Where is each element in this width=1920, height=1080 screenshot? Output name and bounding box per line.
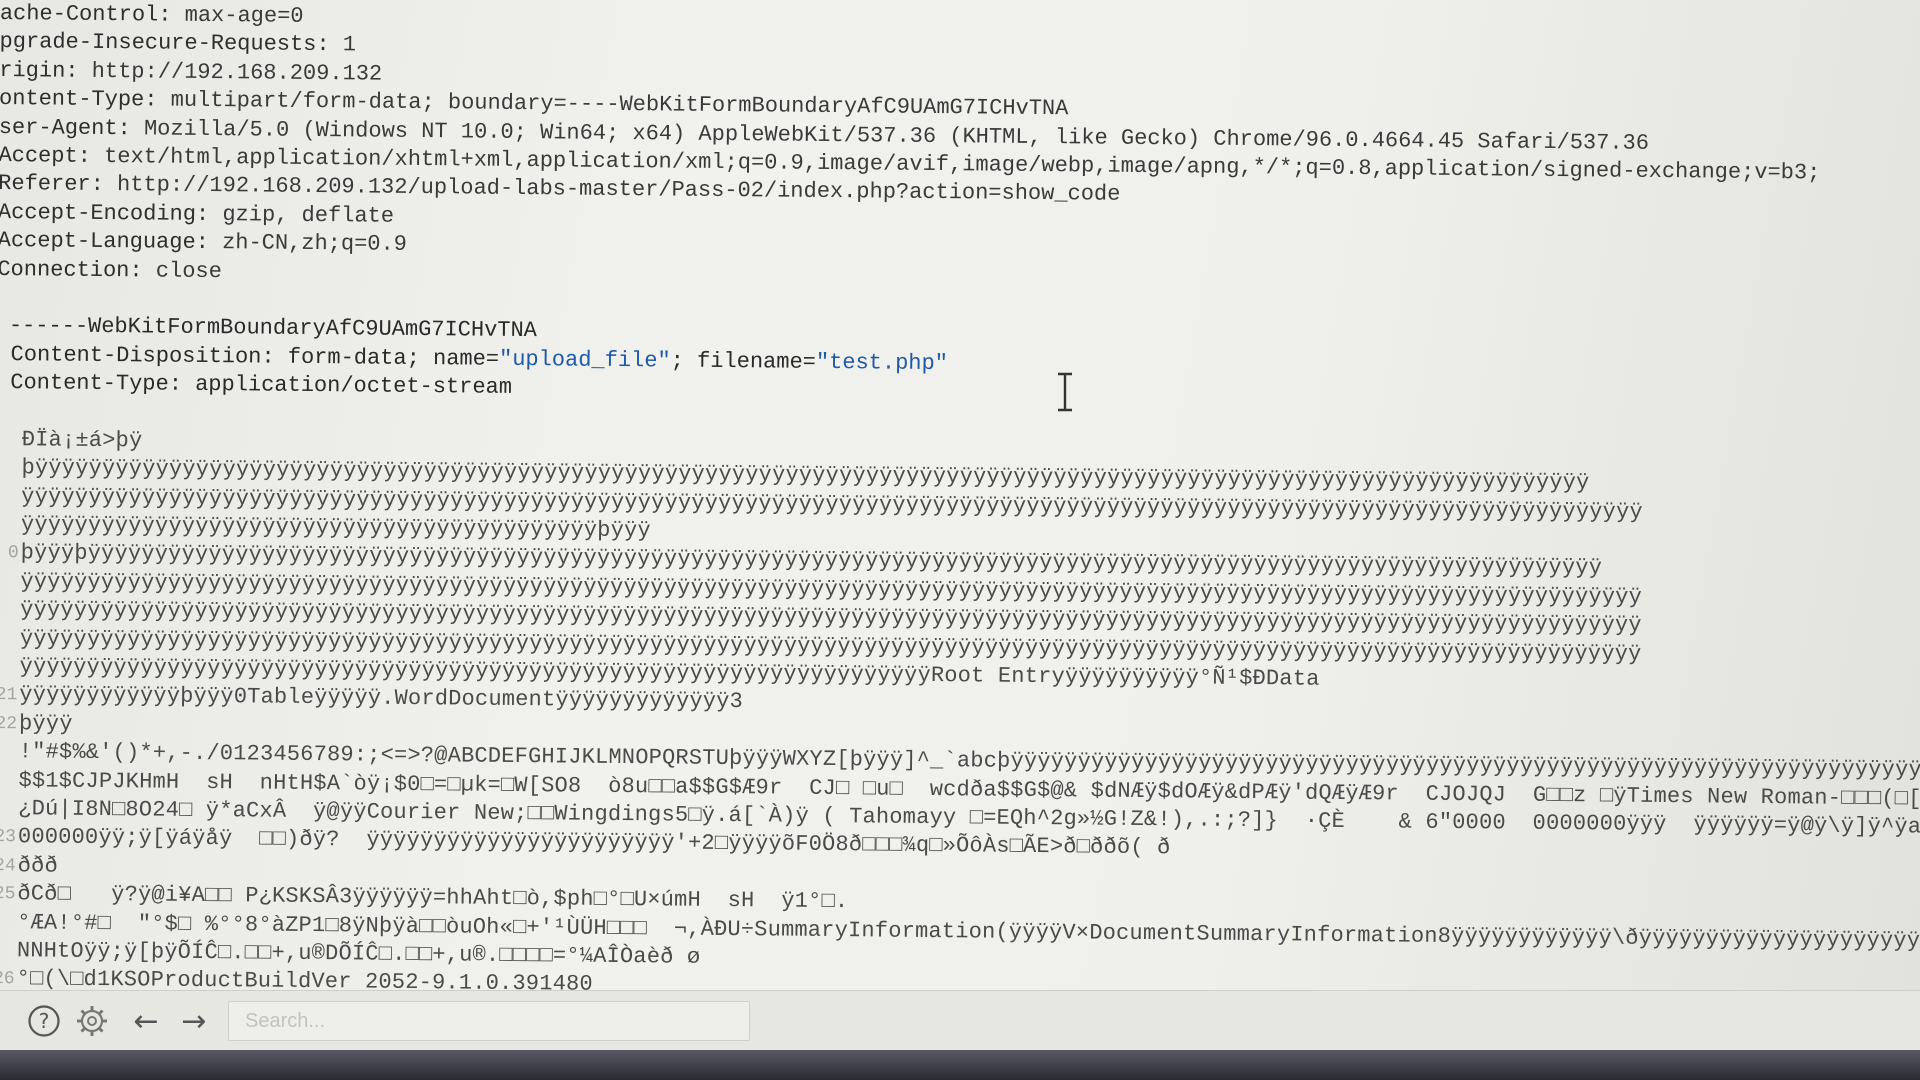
header-name: ser-Agent: (0, 114, 131, 141)
line-number: 22 (0, 713, 18, 734)
header-name: Accept-Language: (0, 228, 210, 256)
search-box[interactable] (228, 1001, 750, 1041)
screen-bezel (0, 1050, 1920, 1080)
header-text: pgrade-Insecure-Requests: 1 (0, 28, 356, 60)
request-headers: ache-Control: max-age=0 pgrade-Insecure-R… (0, 0, 1920, 302)
help-icon: ? (28, 1005, 60, 1037)
header-name: Accept-Encoding: (0, 199, 210, 227)
request-editor[interactable]: ache-Control: max-age=0 pgrade-Insecure-R… (0, 0, 1920, 1080)
header-name: rigin: (0, 57, 79, 84)
back-button[interactable]: ← (128, 1003, 164, 1039)
burp-repeater-screen: ache-Control: max-age=0 pgrade-Insecure-R… (0, 0, 1920, 1080)
header-name: Accept: (0, 142, 92, 169)
header-name: Referer: (0, 171, 104, 198)
disposition-filename-value: "test.php" (815, 349, 949, 376)
header-value: 1 (329, 32, 357, 58)
disposition-mid: ; filename= (670, 348, 817, 375)
search-input[interactable] (229, 1002, 749, 1040)
header-text: rigin: http://192.168.209.132 (0, 57, 382, 89)
body-text: ððð (17, 852, 59, 879)
header-name: Connection: (0, 256, 143, 283)
header-value: zh-CN,zh;q=0.9 (208, 230, 408, 258)
text-cursor-icon (1058, 372, 1072, 412)
disposition-prefix: Content-Disposition: form-data; name= (10, 341, 500, 372)
header-text: Accept-Language: zh-CN,zh;q=0.9 (0, 227, 407, 259)
body-text: ÐÏà¡±á>þÿ (21, 427, 143, 454)
line-number: 24 (0, 855, 16, 876)
header-value: http://192.168.209.132 (78, 58, 383, 87)
header-name: ache-Control: (0, 0, 172, 28)
line-number: 0 (7, 543, 19, 564)
request-body: ÐÏà¡±á>þÿ þÿÿÿÿÿÿÿÿÿÿÿÿÿÿÿÿÿÿÿÿÿÿÿÿÿÿÿÿÿÿ… (0, 426, 1920, 1080)
arrow-left-icon: ← (133, 1003, 159, 1039)
help-button[interactable]: ? (26, 1003, 62, 1039)
svg-text:?: ? (39, 1009, 50, 1033)
gear-icon (77, 1006, 107, 1036)
arrow-right-icon: → (181, 1003, 207, 1039)
line-number: 25 (0, 884, 16, 905)
header-text: Connection: close (0, 256, 222, 287)
header-value: gzip, deflate (209, 201, 395, 229)
header-value: close (142, 257, 222, 284)
header-value: max-age=0 (171, 2, 304, 29)
line-number: 21 (0, 685, 18, 706)
disposition-name-value: "upload_file" (498, 346, 671, 374)
settings-button[interactable] (74, 1003, 110, 1039)
body-text: þÿÿÿ (18, 710, 73, 737)
header-text: ache-Control: max-age=0 (0, 0, 304, 31)
forward-button[interactable]: → (176, 1003, 212, 1039)
header-name: pgrade-Insecure-Requests: (0, 29, 330, 58)
line-number: 23 (0, 827, 17, 848)
header-name: ontent-Type: (0, 86, 158, 113)
header-text: Accept-Encoding: gzip, deflate (0, 199, 394, 231)
bottom-toolbar: ? ← → (0, 990, 1920, 1051)
